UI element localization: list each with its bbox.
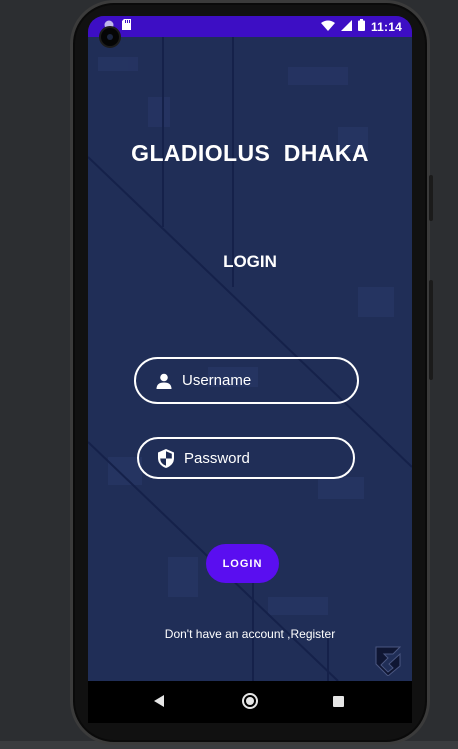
back-icon[interactable] [154, 695, 164, 707]
home-icon[interactable] [242, 693, 258, 709]
login-heading: LOGIN [223, 252, 277, 271]
sd-card-icon [122, 19, 131, 33]
password-field[interactable] [137, 437, 355, 479]
app-title: GLADIOLUS DHAKA [131, 140, 369, 166]
recents-icon[interactable] [333, 696, 344, 707]
signal-icon [340, 19, 352, 34]
person-icon [154, 371, 174, 391]
emulator-stage: 11:14 GLADIOLUS DHAKA LOGIN Username LOG… [0, 0, 458, 749]
power-button [429, 280, 433, 380]
navigation-bar [88, 681, 412, 723]
status-bar: 11:14 [88, 16, 412, 37]
battery-icon [357, 19, 365, 34]
emblem-logo-icon [375, 646, 401, 676]
status-time: 11:14 [370, 19, 402, 34]
username-input[interactable] [182, 372, 332, 389]
volume-button [429, 175, 433, 221]
password-input[interactable] [184, 449, 334, 467]
login-button[interactable]: LOGIN [206, 544, 279, 583]
front-camera [99, 26, 121, 48]
shield-icon [156, 448, 176, 468]
phone-screen: 11:14 GLADIOLUS DHAKA LOGIN Username LOG… [88, 16, 412, 681]
register-link[interactable]: Don't have an account ,Register [88, 627, 412, 641]
wifi-icon [320, 20, 335, 34]
username-field[interactable] [134, 357, 359, 404]
